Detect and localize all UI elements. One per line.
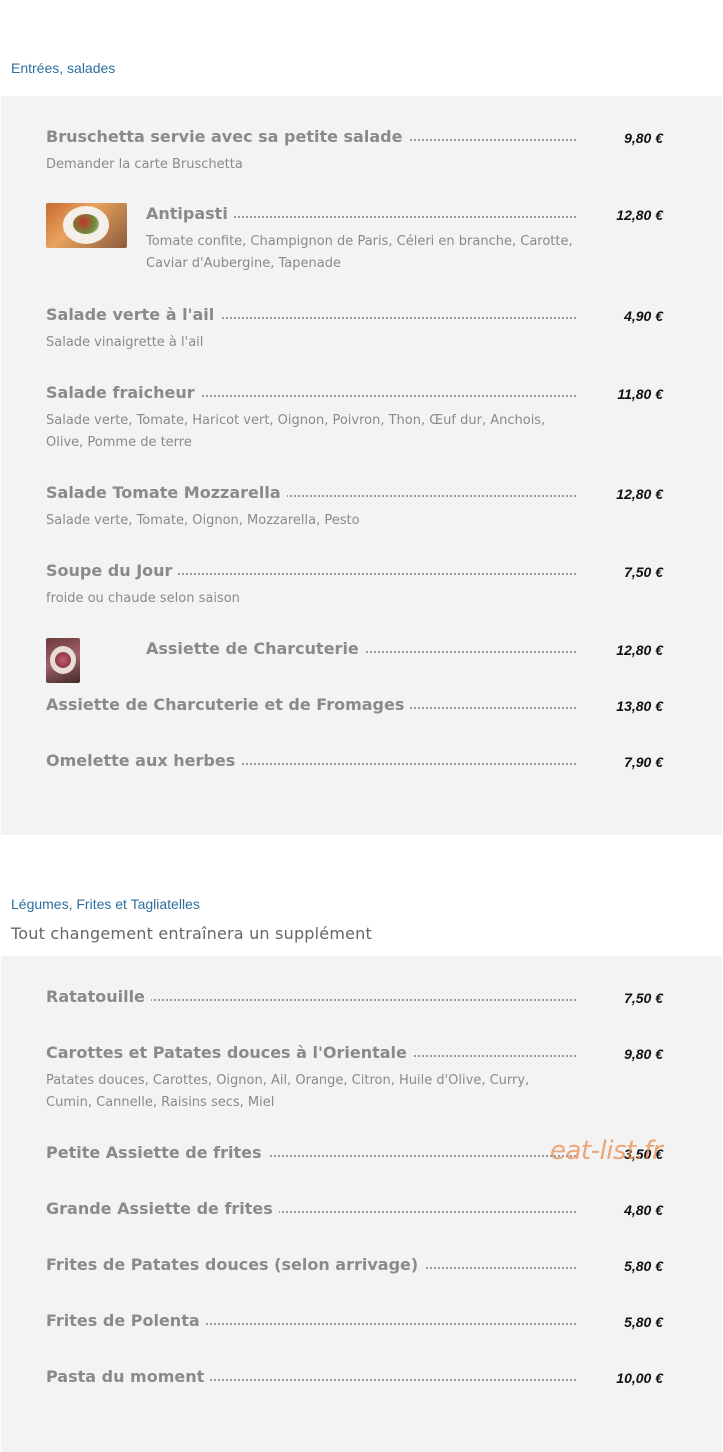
item-name: Carottes et Patates douces à l'Orientale: [46, 1042, 413, 1064]
charcuterie-photo: [46, 638, 80, 683]
item-price: 12,80 €: [616, 642, 663, 658]
item-price: 4,90 €: [624, 308, 663, 324]
item-description: Demander la carte Bruschetta: [46, 157, 243, 172]
section-title-legumes: Légumes, Frites et Tagliatelles: [11, 896, 200, 912]
menu-item: Assiette de Charcuterie 12,80 €: [46, 638, 666, 683]
menu-item: Salade Tomate Mozzarella 12,80 € Salade …: [46, 482, 666, 532]
menu-item: Salade verte à l'ail 4,90 € Salade vinai…: [46, 304, 666, 354]
menu-item: Ratatouille 7,50 €: [46, 986, 666, 1010]
menu-item: Assiette de Charcuterie et de Fromages 1…: [46, 694, 666, 718]
item-description: Tomate confite, Champignon de Paris, Cél…: [146, 234, 573, 271]
item-name: Soupe du Jour: [46, 560, 179, 582]
item-name: Antipasti: [146, 203, 234, 225]
watermark-logo: eat-list.fr: [550, 1136, 663, 1166]
menu-item: Antipasti 12,80 € Tomate confite, Champi…: [46, 203, 666, 275]
item-name: Grande Assiette de frites: [46, 1198, 279, 1220]
item-name: Petite Assiette de frites: [46, 1142, 268, 1164]
section-title-entrees: Entrées, salades: [11, 60, 116, 76]
menu-item: Pasta du moment 10,00 €: [46, 1366, 666, 1390]
item-name: Salade verte à l'ail: [46, 304, 221, 326]
item-price: 13,80 €: [616, 698, 663, 714]
item-description: Patates douces, Carottes, Oignon, Ail, O…: [46, 1073, 530, 1110]
menu-item: Frites de Polenta 5,80 €: [46, 1310, 666, 1334]
antipasti-photo: [46, 203, 127, 248]
item-description: Salade verte, Tomate, Haricot vert, Oign…: [46, 413, 546, 450]
item-price: 7,50 €: [624, 990, 663, 1006]
section-note: Tout changement entraînera un supplément: [11, 924, 372, 943]
item-name: Ratatouille: [46, 986, 151, 1008]
item-price: 4,80 €: [624, 1202, 663, 1218]
menu-panel-legumes: Ratatouille 7,50 € Carottes et Patates d…: [1, 956, 722, 1452]
item-price: 10,00 €: [616, 1370, 663, 1386]
menu-item: Soupe du Jour 7,50 € froide ou chaude se…: [46, 560, 666, 610]
item-description: Salade vinaigrette à l'ail: [46, 335, 204, 350]
item-price: 7,50 €: [624, 564, 663, 580]
item-name: Omelette aux herbes: [46, 750, 242, 772]
menu-item: Bruschetta servie avec sa petite salade …: [46, 126, 666, 176]
item-name: Frites de Polenta: [46, 1310, 206, 1332]
menu-item: Salade fraicheur 11,80 € Salade verte, T…: [46, 382, 666, 454]
item-price: 12,80 €: [616, 486, 663, 502]
item-name: Salade Tomate Mozzarella: [46, 482, 287, 504]
item-price: 5,80 €: [624, 1258, 663, 1274]
item-price: 11,80 €: [617, 386, 663, 402]
menu-item: Omelette aux herbes 7,90 €: [46, 750, 666, 774]
menu-panel-entrees: Bruschetta servie avec sa petite salade …: [1, 96, 722, 835]
item-name: Assiette de Charcuterie: [146, 638, 365, 660]
item-name: Frites de Patates douces (selon arrivage…: [46, 1254, 425, 1276]
item-name: Pasta du moment: [46, 1366, 211, 1388]
item-description: froide ou chaude selon saison: [46, 591, 240, 606]
menu-item: Carottes et Patates douces à l'Orientale…: [46, 1042, 666, 1114]
item-name: Bruschetta servie avec sa petite salade: [46, 126, 409, 148]
item-price: 12,80 €: [616, 207, 663, 223]
menu-item: Frites de Patates douces (selon arrivage…: [46, 1254, 666, 1278]
item-price: 9,80 €: [624, 130, 663, 146]
item-description: Salade verte, Tomate, Oignon, Mozzarella…: [46, 513, 360, 528]
item-name: Salade fraicheur: [46, 382, 201, 404]
item-price: 5,80 €: [624, 1314, 663, 1330]
item-price: 7,90 €: [624, 754, 663, 770]
item-price: 9,80 €: [624, 1046, 663, 1062]
menu-item: Grande Assiette de frites 4,80 €: [46, 1198, 666, 1222]
item-name: Assiette de Charcuterie et de Fromages: [46, 694, 411, 716]
